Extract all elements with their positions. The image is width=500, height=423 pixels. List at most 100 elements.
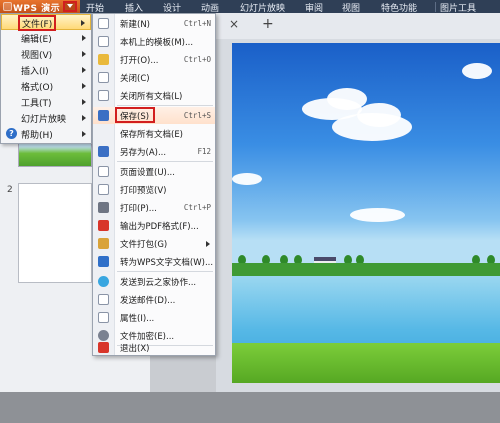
slide-number: 2: [7, 185, 13, 195]
shortcut-label: F12: [197, 147, 211, 156]
open-folder-icon: [98, 54, 109, 65]
new-doc-icon: [98, 18, 109, 29]
chevron-right-icon: [82, 99, 86, 105]
submenu-item-label: 新建(N): [120, 20, 150, 30]
submenu-item-local-templates[interactable]: 本机上的模板(M)...: [93, 33, 215, 50]
pdf-icon: [98, 220, 109, 231]
wps-app-button[interactable]: WPS 演示: [0, 0, 80, 14]
grass-field: [232, 343, 500, 383]
highlight-annotation: [18, 15, 56, 31]
submenu-item-print[interactable]: 打印(P)... Ctrl+P: [93, 199, 215, 216]
submenu-item-send-cloud[interactable]: 发送到云之家协作...: [93, 273, 215, 290]
submenu-item-properties[interactable]: 属性(I)...: [93, 309, 215, 326]
template-icon: [98, 36, 109, 47]
submenu-item-label: 关闭(C): [120, 74, 150, 84]
submenu-item-package[interactable]: 文件打包(G): [93, 235, 215, 252]
convert-icon: [98, 256, 109, 267]
slide-thumbnail-2[interactable]: [18, 183, 92, 283]
submenu-item-save-all[interactable]: 保存所有文档(E): [93, 125, 215, 142]
chevron-right-icon: [206, 241, 210, 247]
submenu-item-send-mail[interactable]: 发送邮件(D)...: [93, 291, 215, 308]
wps-logo-icon: [3, 2, 12, 11]
save-as-icon: [98, 146, 109, 157]
highlight-annotation: [115, 107, 155, 123]
menu-item-label: 工具(T): [21, 99, 52, 109]
shortcut-label: Ctrl+S: [183, 111, 211, 120]
app-menu-dropdown-button[interactable]: [63, 1, 77, 12]
chevron-right-icon: [82, 67, 86, 73]
cloud-icon: [98, 276, 109, 287]
submenu-item-exit[interactable]: 退出(X): [93, 339, 215, 356]
menu-item-label: 插入(I): [21, 67, 49, 77]
menu-item-tools[interactable]: 工具(T): [1, 94, 91, 110]
shoreline: [232, 263, 500, 277]
menu-item-help[interactable]: ? 帮助(H): [1, 126, 91, 142]
menu-item-view[interactable]: 视图(V): [1, 46, 91, 62]
menu-item-slideshow[interactable]: 幻灯片放映: [1, 110, 91, 126]
submenu-item-export-pdf[interactable]: 输出为PDF格式(F)...: [93, 217, 215, 234]
menu-item-label: 编辑(E): [21, 35, 52, 45]
menu-item-format[interactable]: 格式(O): [1, 78, 91, 94]
chevron-right-icon: [82, 115, 86, 121]
chevron-right-icon: [82, 83, 86, 89]
ribbon-tab-bar: WPS 演示 开始 插入 设计 动画 幻灯片放映 审阅 视图 特色功能 图片工具: [0, 0, 500, 14]
submenu-item-new[interactable]: 新建(N) Ctrl+N: [93, 15, 215, 32]
submenu-item-label: 属性(I)...: [120, 314, 155, 324]
submenu-item-label: 发送到云之家协作...: [120, 278, 197, 288]
print-preview-icon: [98, 184, 109, 195]
submenu-item-label: 发送邮件(D)...: [120, 296, 176, 306]
shortcut-label: Ctrl+P: [183, 203, 211, 212]
chevron-right-icon: [82, 131, 86, 137]
menu-item-label: 视图(V): [21, 51, 53, 61]
submenu-item-label: 退出(X): [120, 344, 150, 354]
help-icon: ?: [6, 128, 17, 139]
submenu-item-label: 另存为(A)...: [120, 148, 167, 158]
package-icon: [98, 238, 109, 249]
menu-item-insert[interactable]: 插入(I): [1, 62, 91, 78]
shortcut-label: Ctrl+N: [183, 19, 211, 28]
exit-icon: [98, 342, 109, 353]
page-setup-icon: [98, 166, 109, 177]
submenu-item-label: 输出为PDF格式(F)...: [120, 222, 199, 232]
chevron-down-icon: [67, 4, 73, 8]
cloud: [350, 208, 405, 222]
save-icon: [98, 110, 109, 121]
submenu-item-label: 文件打包(G): [120, 240, 168, 250]
submenu-item-convert-wps[interactable]: 转为WPS文字文档(W)...: [93, 253, 215, 270]
cloud: [462, 63, 492, 79]
submenu-item-label: 本机上的模板(M)...: [120, 38, 194, 48]
tab-close-icon[interactable]: ×: [229, 17, 239, 31]
menu-separator: [117, 105, 213, 106]
ribbon-divider: [435, 2, 436, 12]
submenu-item-label: 打印(P)...: [120, 204, 157, 214]
shortcut-label: Ctrl+O: [183, 55, 211, 64]
submenu-item-label: 转为WPS文字文档(W)...: [120, 258, 214, 268]
mail-icon: [98, 294, 109, 305]
submenu-item-page-setup[interactable]: 页面设置(U)...: [93, 163, 215, 180]
new-tab-icon[interactable]: +: [262, 16, 274, 32]
submenu-item-close-all[interactable]: 关闭所有文档(L): [93, 87, 215, 104]
submenu-item-label: 保存所有文档(E): [120, 130, 184, 140]
menu-item-label: 格式(O): [21, 83, 54, 93]
menu-item-label: 幻灯片放映: [21, 115, 67, 125]
document-tab-strip: [216, 13, 500, 39]
status-bar-area: [0, 392, 500, 423]
submenu-item-label: 打开(O)...: [120, 56, 159, 66]
slide-image[interactable]: [232, 43, 500, 383]
menu-separator: [117, 271, 213, 272]
chevron-right-icon: [82, 51, 86, 57]
submenu-item-close[interactable]: 关闭(C): [93, 69, 215, 86]
chevron-right-icon: [81, 20, 85, 26]
menu-item-edit[interactable]: 编辑(E): [1, 30, 91, 46]
cloud: [357, 103, 401, 127]
menu-item-file[interactable]: 文件(F): [1, 14, 91, 31]
submenu-item-save-as[interactable]: 另存为(A)... F12: [93, 143, 215, 160]
main-menu: 文件(F) 编辑(E) 视图(V) 插入(I) 格式(O) 工具(T) 幻灯片放…: [0, 13, 92, 144]
properties-icon: [98, 312, 109, 323]
file-submenu: 新建(N) Ctrl+N 本机上的模板(M)... 打开(O)... Ctrl+…: [92, 13, 216, 356]
submenu-item-label: 页面设置(U)...: [120, 168, 175, 178]
submenu-item-open[interactable]: 打开(O)... Ctrl+O: [93, 51, 215, 68]
submenu-item-print-preview[interactable]: 打印预览(V): [93, 181, 215, 198]
close-doc-icon: [98, 72, 109, 83]
chevron-right-icon: [82, 35, 86, 41]
